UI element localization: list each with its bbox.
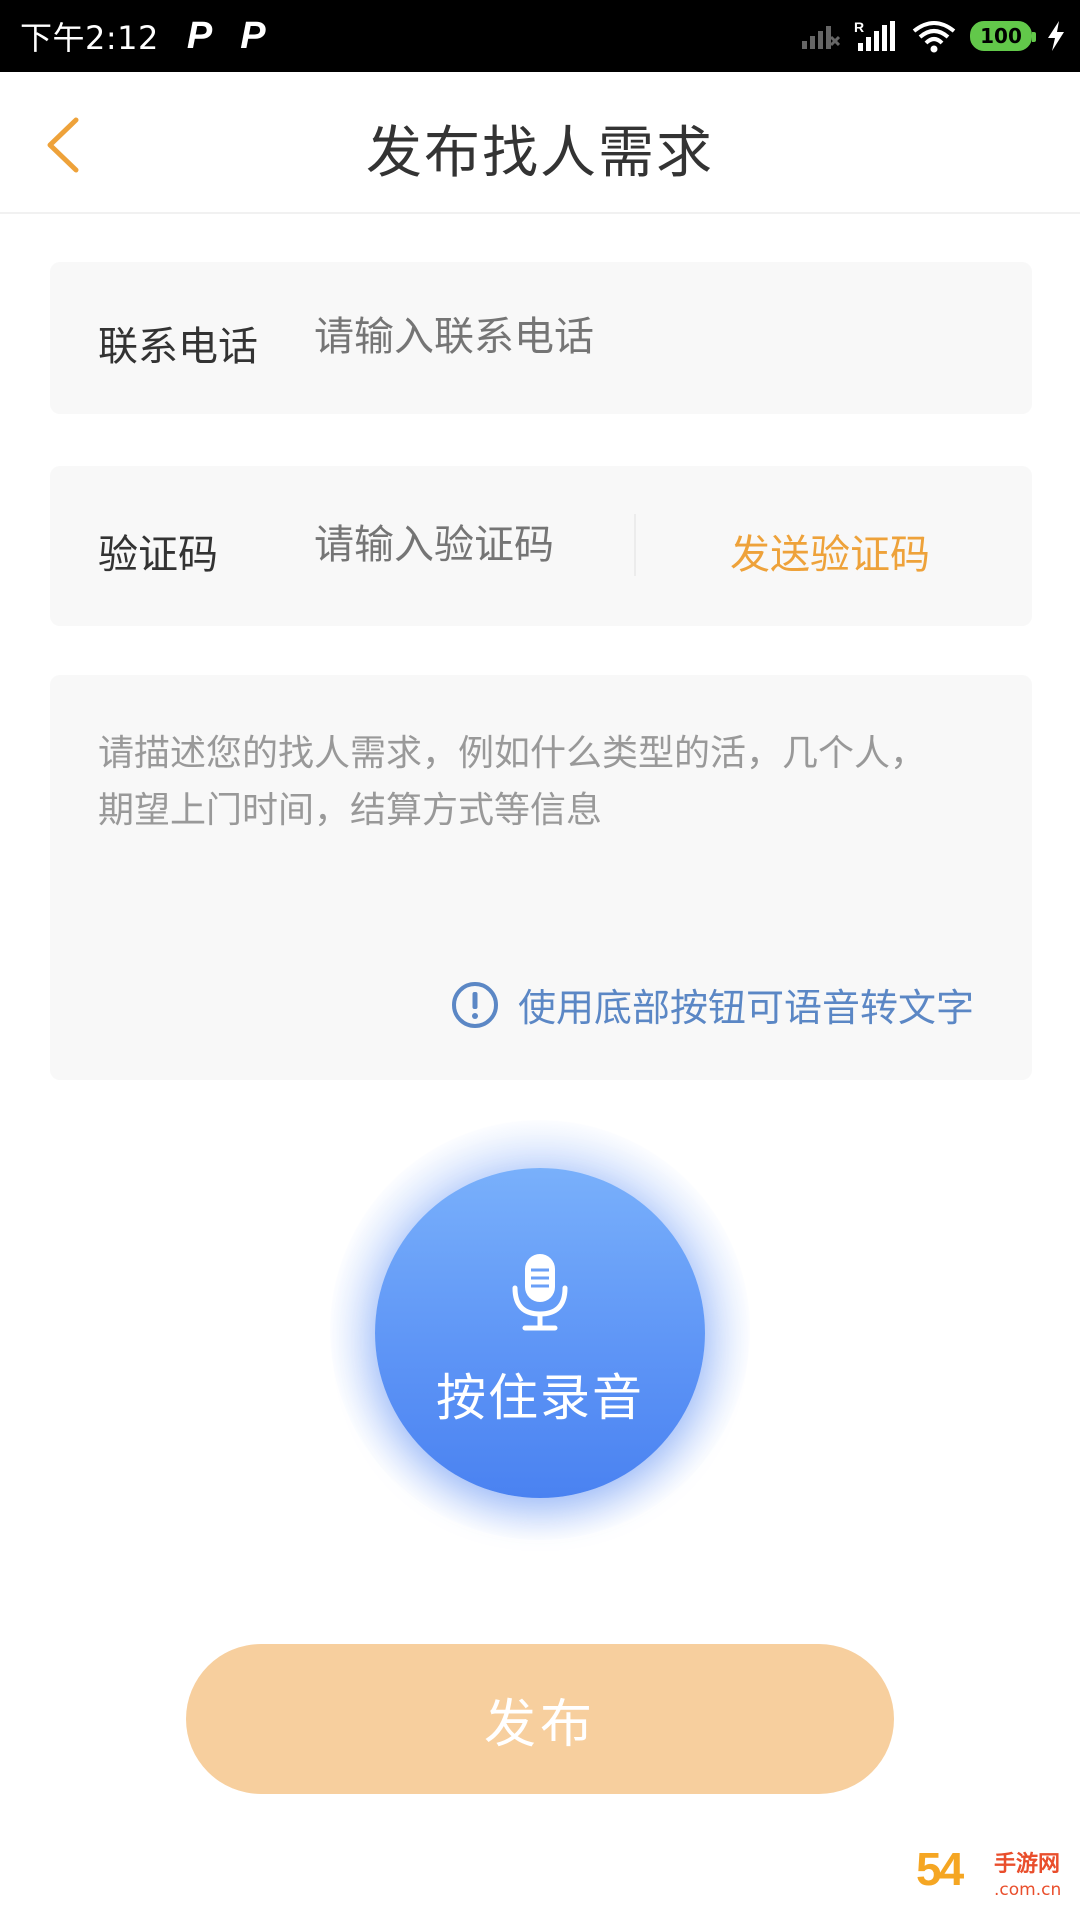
voice-tip-text: 使用底部按钮可语音转文字 xyxy=(517,986,974,1030)
signal-empty-icon xyxy=(802,26,840,49)
svg-text:R: R xyxy=(854,19,864,35)
status-time: 下午2:12 xyxy=(20,19,159,57)
record-button[interactable]: 按住录音 xyxy=(375,1168,705,1498)
field-divider xyxy=(634,514,636,576)
phone-label: 联系电话 xyxy=(98,324,258,370)
send-code-button[interactable]: 发送验证码 xyxy=(730,522,930,580)
notification-p-icon: P xyxy=(186,14,213,57)
watermark-line1: 手游网 xyxy=(994,1852,1061,1877)
publish-label: 发布 xyxy=(483,1694,596,1755)
code-input[interactable] xyxy=(314,522,614,568)
watermark-main: 54 xyxy=(916,1843,964,1895)
charging-icon xyxy=(1048,21,1064,51)
wifi-icon xyxy=(912,21,956,53)
code-field-row: 验证码 发送验证码 xyxy=(50,466,1032,626)
phone-input[interactable] xyxy=(314,314,914,360)
page-title: 发布找人需求 xyxy=(366,121,714,186)
notification-p-icon-2: P xyxy=(240,14,266,57)
description-placeholder: 请描述您的找人需求，例如什么类型的活，几个人，期望上门时间，结算方式等信息 xyxy=(98,733,927,831)
publish-button[interactable]: 发布 xyxy=(186,1644,894,1794)
battery-icon: 100 xyxy=(970,21,1036,51)
status-indicators: R 100 xyxy=(800,0,1066,72)
watermark-line2: .com.cn xyxy=(994,1880,1062,1900)
description-field[interactable]: 请描述您的找人需求，例如什么类型的活，几个人，期望上门时间，结算方式等信息 使用… xyxy=(50,675,1032,1080)
info-icon xyxy=(451,981,498,1028)
voice-tip: 使用底部按钮可语音转文字 xyxy=(450,977,974,1032)
microphone-icon xyxy=(512,1254,568,1331)
signal-roaming-icon: R xyxy=(854,19,895,51)
record-label: 按住录音 xyxy=(436,1369,644,1427)
battery-level: 100 xyxy=(980,24,1022,48)
header: 发布找人需求 xyxy=(0,72,1080,214)
code-label: 验证码 xyxy=(98,532,218,578)
phone-field-row: 联系电话 xyxy=(50,262,1032,414)
status-bar: 下午2:12 P P R 100 xyxy=(0,0,1080,72)
watermark-logo: 54 手游网 .com.cn xyxy=(916,1842,1072,1914)
